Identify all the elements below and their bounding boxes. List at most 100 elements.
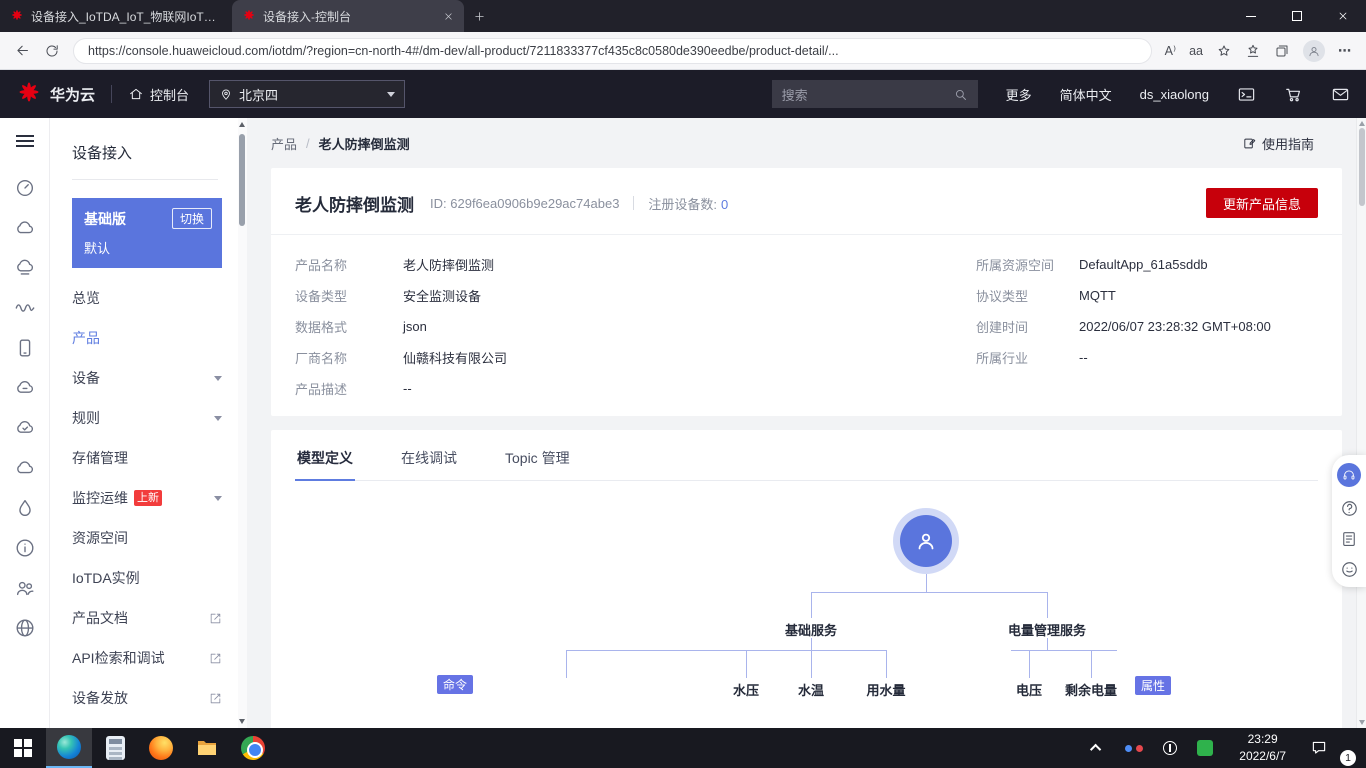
breadcrumb-parent[interactable]: 产品 [271,134,297,153]
sidebar-item-iotda-instances[interactable]: IoTDA实例 [50,558,238,598]
browser-tab-active[interactable]: 设备接入-控制台 [232,0,464,32]
browser-tab-background[interactable]: 设备接入_IoTDA_IoT_物联网IoT平台 [0,0,232,32]
sidebar-item-device-provisioning[interactable]: 设备发放 [50,678,238,718]
console-home-link[interactable]: 控制台 [128,85,189,104]
users-icon[interactable] [14,577,36,599]
scroll-down-arrow[interactable] [239,719,245,724]
sidebar-item-monitoring[interactable]: 监控运维 上新 [50,478,238,518]
property-node[interactable]: 电压 [1016,680,1042,699]
taskbar-edge-active[interactable] [46,728,92,768]
chrome-icon [241,736,265,760]
tray-icon-blue[interactable] [1125,744,1133,752]
sidebar-item-rules[interactable]: 规则 [50,398,238,438]
action-center-icon[interactable] [1310,739,1328,757]
close-window-button[interactable] [1320,0,1366,32]
dashboard-icon[interactable] [14,177,36,199]
menu-label: IoTDA实例 [72,570,140,586]
tray-target-icon[interactable] [1163,741,1178,755]
tray-ime-icon[interactable] [1197,740,1214,756]
close-tab-icon[interactable] [443,11,454,22]
device-tablet-icon[interactable] [14,337,36,359]
sidebar-item-devices[interactable]: 设备 [50,358,238,398]
cart-icon[interactable] [1284,85,1303,104]
search-placeholder: 搜索 [781,87,808,103]
scroll-down-arrow[interactable] [1358,720,1365,725]
mail-icon[interactable] [1331,85,1350,104]
taskbar-chrome[interactable] [230,728,276,768]
property-node[interactable]: 剩余电量 [1065,680,1117,699]
more-menu[interactable]: 更多 [1006,85,1032,104]
tray-app-icons[interactable] [1125,744,1144,752]
scroll-up-arrow[interactable] [1358,121,1365,126]
globe-icon[interactable] [14,617,36,639]
tray-expand-icon[interactable] [1090,743,1102,756]
search-icon [953,87,968,102]
scroll-up-arrow[interactable] [239,122,245,127]
collections-icon[interactable] [1274,43,1290,59]
sidebar-item-product-docs[interactable]: 产品文档 [50,598,238,638]
help-question-icon[interactable] [1340,499,1359,518]
scrollbar-thumb[interactable] [239,134,245,226]
favorite-star-icon[interactable] [1216,43,1232,59]
notification-count-badge[interactable]: 1 [1340,750,1356,766]
usage-guide-link[interactable]: 使用指南 [1242,134,1314,153]
switch-edition-button[interactable]: 切换 [171,208,212,229]
cloud-check-icon[interactable] [14,417,36,439]
feedback-smiley-icon[interactable] [1340,560,1359,579]
droplet-icon[interactable] [14,497,36,519]
cloud-storage-icon[interactable] [14,457,36,479]
favorites-bar-icon[interactable] [1245,43,1261,59]
cloud-server-icon[interactable] [14,257,36,279]
huawei-cloud-brand[interactable]: 华为云 [16,79,95,109]
username[interactable]: ds_xiaolong [1140,87,1209,102]
tab-model-definition[interactable]: 模型定义 [295,446,355,481]
start-button[interactable] [0,728,46,768]
new-tab-button[interactable] [464,0,494,32]
property-node[interactable]: 用水量 [866,680,905,699]
maximize-button[interactable] [1274,0,1320,32]
taskbar-calculator[interactable] [92,728,138,768]
cloud-service-icon[interactable] [14,217,36,239]
info-circle-icon[interactable] [14,537,36,559]
header-search-input[interactable]: 搜索 [771,80,978,108]
sidebar-item-storage[interactable]: 存储管理 [50,438,238,478]
taskbar-file-explorer[interactable] [184,728,230,768]
product-root-node[interactable] [900,515,952,567]
survey-icon[interactable] [1340,530,1358,548]
refresh-icon[interactable] [44,43,60,59]
sidebar-item-products[interactable]: 产品 [50,318,238,358]
property-node[interactable]: 水压 [733,680,759,699]
menu-label: 设备 [72,370,100,386]
support-headset-icon[interactable] [1337,463,1361,487]
browser-menu-icon[interactable]: ⋯ [1338,43,1352,59]
property-node[interactable]: 水温 [798,680,824,699]
page-scrollbar[interactable] [1356,118,1366,728]
browser-profile-avatar[interactable] [1303,39,1325,62]
service-group-power[interactable]: 电量管理服务 [1008,620,1086,639]
tab-topic-management[interactable]: Topic 管理 [503,446,572,480]
font-size-icon[interactable]: aa [1189,44,1203,58]
hamburger-menu-icon[interactable] [15,132,34,150]
sidebar-item-resource-spaces[interactable]: 资源空间 [50,518,238,558]
language-switcher[interactable]: 简体中文 [1060,85,1112,104]
cloud-compute-icon[interactable] [14,377,36,399]
service-group-basic[interactable]: 基础服务 [785,620,837,639]
taskbar-firefox[interactable] [138,728,184,768]
scrollbar-thumb[interactable] [1359,128,1365,206]
minimize-button[interactable] [1228,0,1274,32]
region-selector[interactable]: 北京四 [209,80,406,108]
tab-online-debug[interactable]: 在线调试 [399,446,459,480]
sidebar-item-api-explorer[interactable]: API检索和调试 [50,638,238,678]
url-field[interactable]: https://console.huaweicloud.com/iotdm/?r… [73,37,1152,64]
sidebar-item-overview[interactable]: 总览 [50,278,238,318]
taskbar-clock[interactable]: 23:29 2022/6/7 [1239,731,1286,765]
read-aloud-icon[interactable]: A⁾ [1165,43,1176,58]
edition-instance: 默认 [84,241,111,256]
cli-terminal-icon[interactable] [1237,85,1256,104]
sidebar-scrollbar[interactable] [238,118,247,728]
update-product-button[interactable]: 更新产品信息 [1205,188,1318,218]
back-icon[interactable] [14,42,31,59]
monitor-waves-icon[interactable] [14,297,36,319]
registered-count[interactable]: 0 [721,197,728,212]
tray-icon-red[interactable] [1136,744,1144,752]
